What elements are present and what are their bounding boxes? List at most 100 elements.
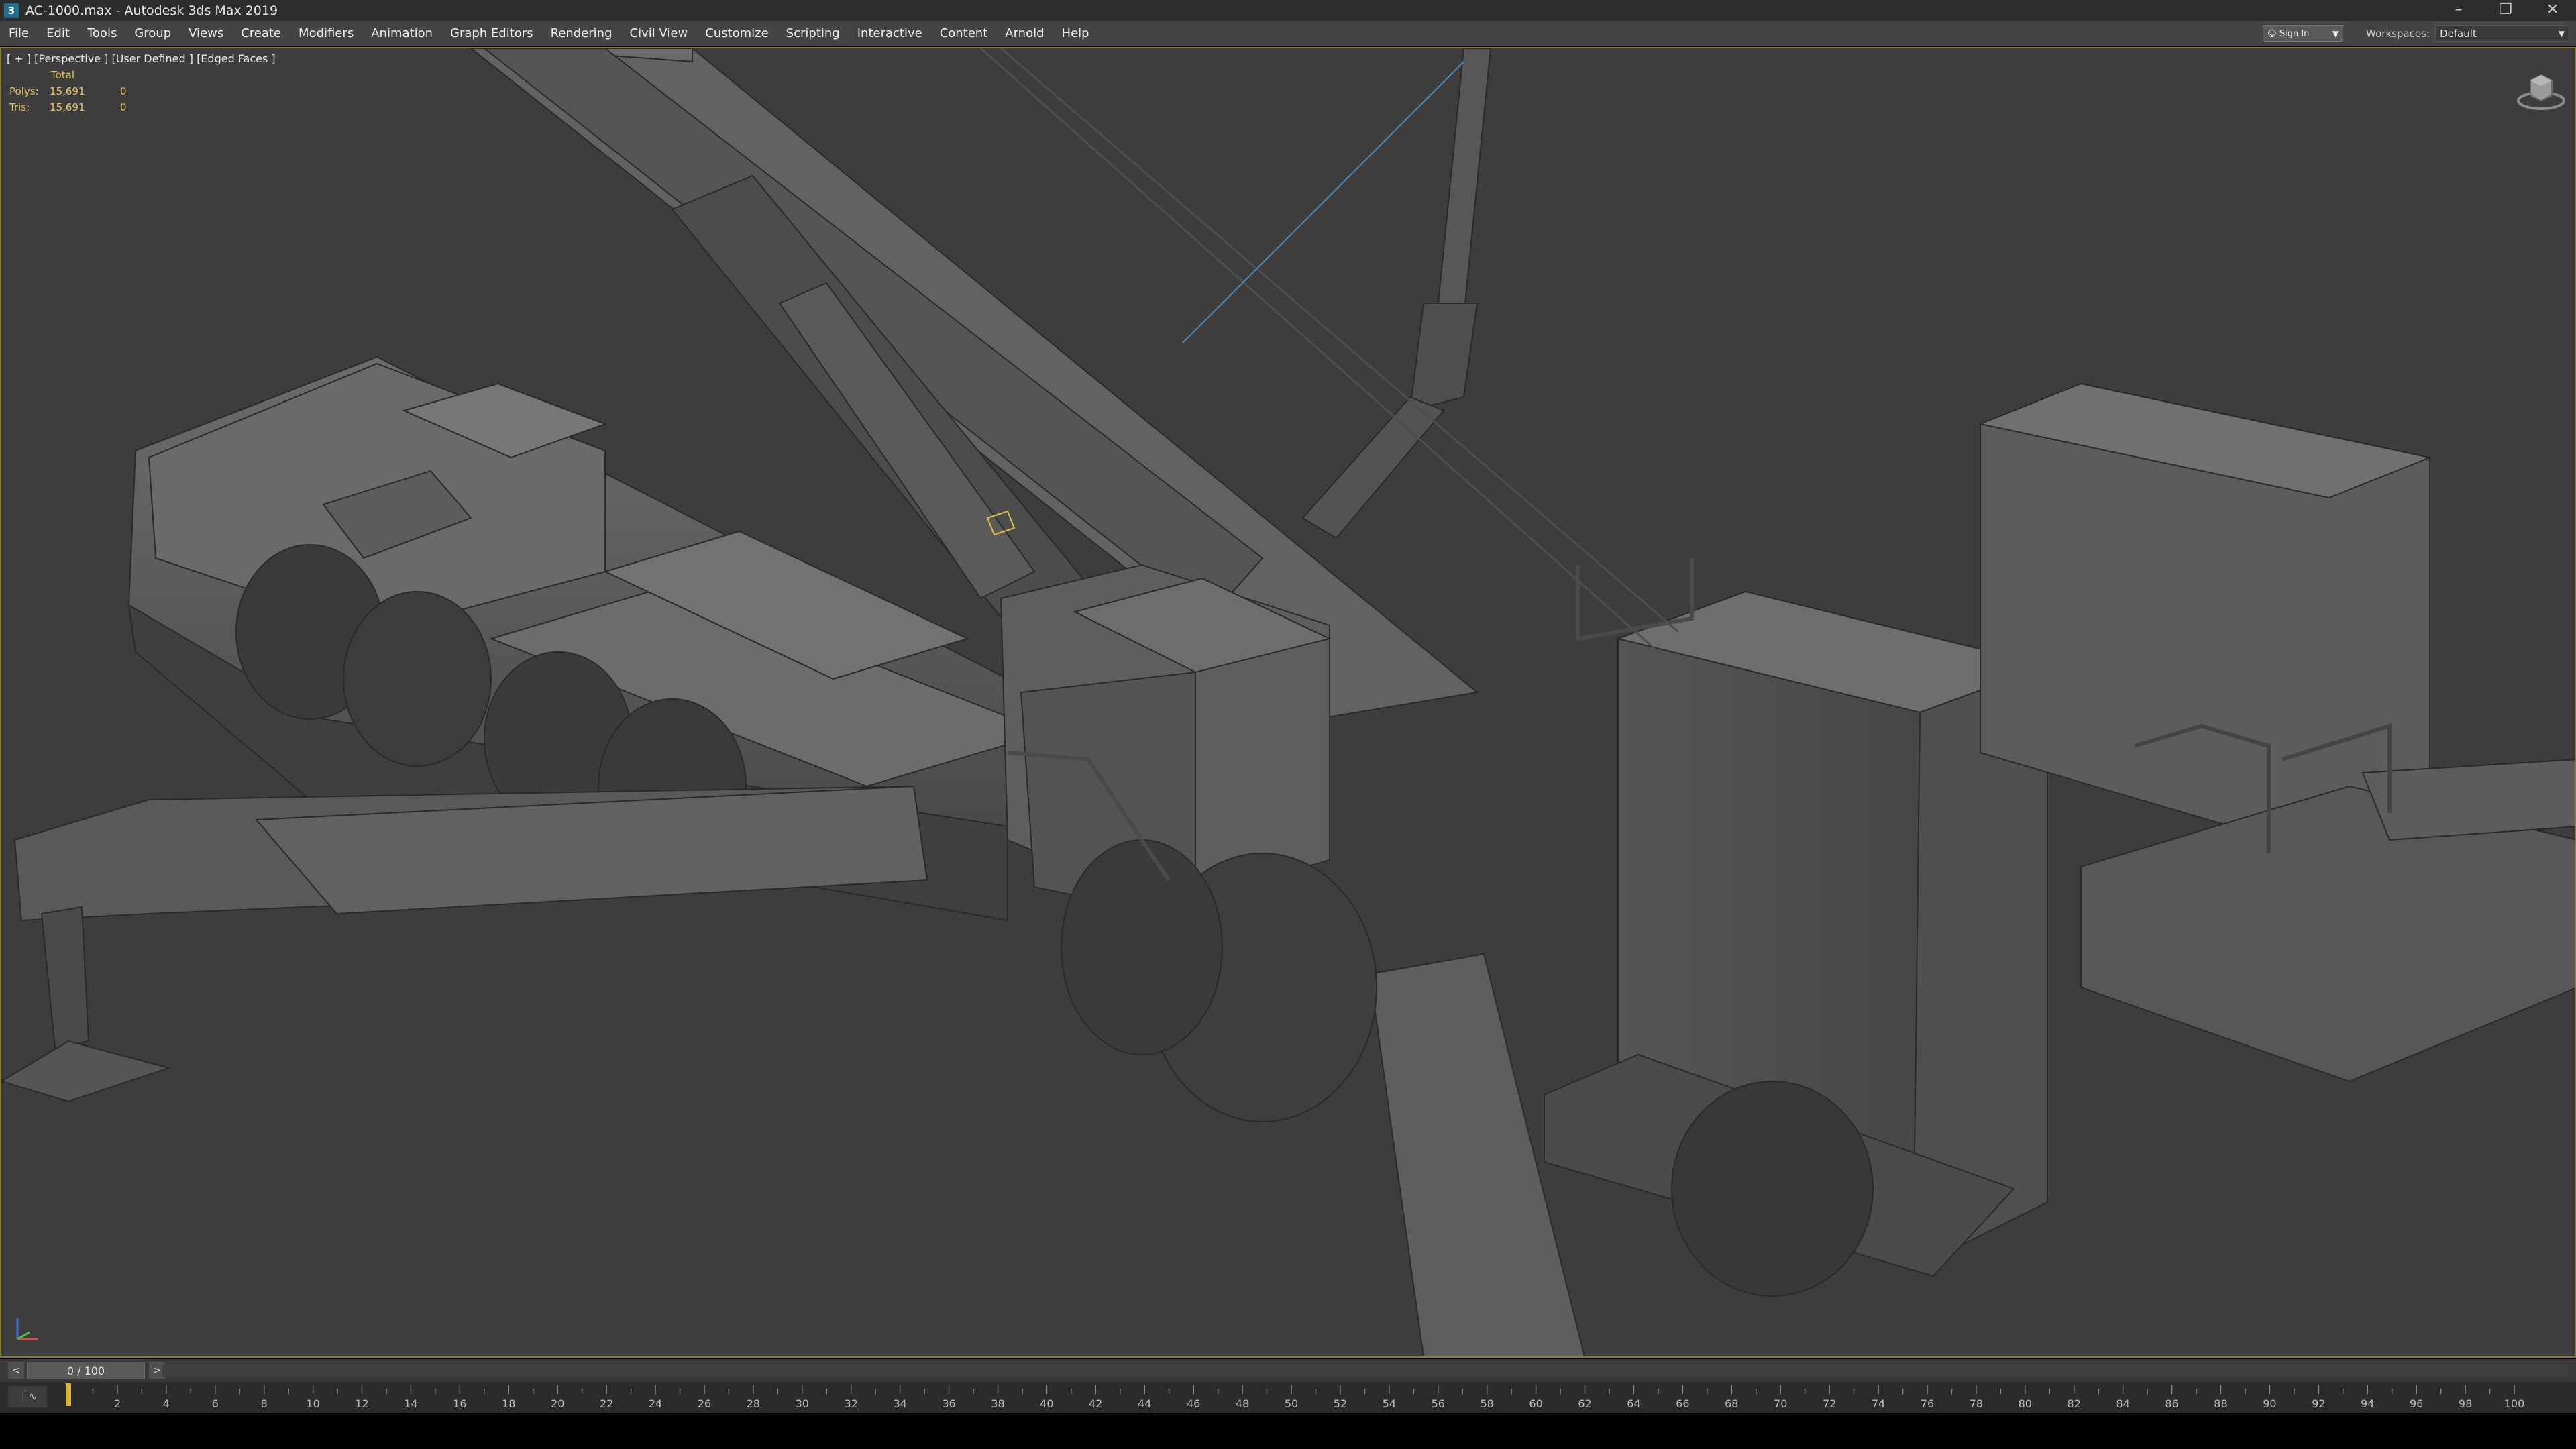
trackbar-tick-label: 58	[1481, 1397, 1494, 1410]
menu-civil-view[interactable]: Civil View	[621, 21, 697, 46]
trackbar-tick-label: 88	[2214, 1397, 2227, 1410]
menu-animation[interactable]: Animation	[362, 21, 441, 46]
perspective-viewport[interactable]: [ + ] [Perspective ] [User Defined ] [Ed…	[0, 47, 2576, 1358]
time-slider-thumb[interactable]: 0 / 100	[27, 1362, 145, 1379]
restore-button[interactable]: ❐	[2482, 0, 2529, 21]
sign-in-label: Sign In	[2279, 28, 2310, 39]
statistics-overlay: Total Polys: 15,691 0 Tris: 15,691 0	[9, 67, 127, 115]
tris-total: 15,691	[50, 101, 85, 113]
trackbar-tick-label: 66	[1676, 1397, 1689, 1410]
trackbar-tick-label: 96	[2410, 1397, 2423, 1410]
trackbar-tick-label: 68	[1725, 1397, 1738, 1410]
trackbar-tick-label: 12	[355, 1397, 368, 1410]
workspace-value: Default	[2440, 28, 2477, 40]
time-slider[interactable]: < 0 / 100 >	[0, 1359, 2576, 1382]
current-frame-marker[interactable]	[66, 1383, 71, 1406]
trackbar-tick-label: 74	[1872, 1397, 1885, 1410]
trackbar-tick-label: 26	[698, 1397, 711, 1410]
menu-interactive[interactable]: Interactive	[849, 21, 931, 46]
menu-modifiers[interactable]: Modifiers	[290, 21, 362, 46]
trackbar-tick-label: 86	[2165, 1397, 2178, 1410]
menu-scripting[interactable]: Scripting	[777, 21, 849, 46]
menu-edit[interactable]: Edit	[38, 21, 78, 46]
trackbar-tick-label: 18	[502, 1397, 515, 1410]
trackbar-tick-label: 50	[1285, 1397, 1298, 1410]
user-icon: ☺	[2267, 28, 2279, 39]
trackbar-tick-label: 54	[1383, 1397, 1396, 1410]
trackbar-tick-label: 98	[2459, 1397, 2472, 1410]
trackbar-tick-label: 60	[1529, 1397, 1542, 1410]
polys-label: Polys:	[9, 85, 39, 97]
tris-label: Tris:	[9, 101, 30, 113]
trackbar-tick-label: 70	[1774, 1397, 1787, 1410]
time-slider-track[interactable]	[162, 1364, 2568, 1377]
trackbar-tick-label: 38	[991, 1397, 1004, 1410]
scene-render	[1, 48, 2575, 1356]
trackbar-tick-label: 6	[212, 1397, 219, 1410]
polys-total: 15,691	[50, 85, 85, 97]
trackbar-tick-label: 8	[261, 1397, 268, 1410]
axis-tripod-icon	[11, 1312, 44, 1348]
title-bar: 3 AC-1000.max - Autodesk 3ds Max 2019 – …	[0, 0, 2576, 21]
trackbar-tick-label: 42	[1089, 1397, 1102, 1410]
status-area	[0, 1413, 2576, 1449]
trackbar-tick-label: 94	[2361, 1397, 2374, 1410]
trackbar-tick-label: 84	[2116, 1397, 2129, 1410]
trackbar-tick-label: 100	[2504, 1397, 2525, 1410]
trackbar-tick-label: 52	[1334, 1397, 1347, 1410]
trackbar-tick-label: 22	[600, 1397, 613, 1410]
menu-rendering[interactable]: Rendering	[542, 21, 621, 46]
trackbar-tick-label: 2	[114, 1397, 121, 1410]
menu-help[interactable]: Help	[1053, 21, 1098, 46]
trackbar-tick-label: 44	[1138, 1397, 1151, 1410]
viewcube-icon[interactable]	[2514, 66, 2568, 115]
menu-group[interactable]: Group	[125, 21, 180, 46]
time-prev-button[interactable]: <	[8, 1362, 24, 1379]
trackbar-tick-label: 92	[2312, 1397, 2325, 1410]
polys-selected: 0	[120, 85, 127, 97]
chevron-down-icon: ▼	[2558, 29, 2565, 38]
trackbar-tick-label: 34	[893, 1397, 906, 1410]
tris-selected: 0	[120, 101, 127, 113]
menu-content[interactable]: Content	[931, 21, 997, 46]
trackbar-tick-label: 72	[1823, 1397, 1836, 1410]
trackbar-tick-label: 80	[2019, 1397, 2032, 1410]
trackbar-tick-label: 36	[942, 1397, 955, 1410]
trackbar-tick-label: 76	[1921, 1397, 1934, 1410]
trackbar-tick-label: 62	[1578, 1397, 1591, 1410]
menu-tools[interactable]: Tools	[78, 21, 125, 46]
trackbar-tick-label: 56	[1432, 1397, 1445, 1410]
trackbar-tick-label: 32	[845, 1397, 858, 1410]
minimize-button[interactable]: –	[2435, 0, 2482, 21]
trackbar-tick-label: 4	[163, 1397, 170, 1410]
menu-customize[interactable]: Customize	[696, 21, 777, 46]
workspaces-select[interactable]: Default ▼	[2435, 25, 2569, 42]
menu-bar: File Edit Tools Group Views Create Modif…	[0, 21, 2576, 46]
trackbar[interactable]: ⎾∿ 2 4 6 8 10 12 14 16 18 20 22 24 26 28 30 32 34 36 38 40 4…	[0, 1382, 2576, 1413]
app-icon: 3	[4, 3, 19, 18]
menu-views[interactable]: Views	[180, 21, 232, 46]
trackbar-tick-label: 46	[1187, 1397, 1200, 1410]
trackbar-tick-label: 48	[1236, 1397, 1249, 1410]
window-title: AC-1000.max - Autodesk 3ds Max 2019	[25, 3, 278, 18]
sign-in-dropdown[interactable]: ☺ Sign In ▼	[2263, 25, 2344, 42]
trackbar-tick-label: 14	[404, 1397, 417, 1410]
trackbar-tick-label: 20	[551, 1397, 564, 1410]
close-button[interactable]: ✕	[2529, 0, 2576, 21]
viewport-label[interactable]: [ + ] [Perspective ] [User Defined ] [Ed…	[7, 52, 276, 65]
trackbar-tick-label: 24	[649, 1397, 662, 1410]
menu-create[interactable]: Create	[232, 21, 290, 46]
trackbar-tick-label: 40	[1040, 1397, 1053, 1410]
trackbar-ticks: 2 4 6 8 10 12 14 16 18 20 22 24 26 28 30 32 34 36 38 40 42 44…	[66, 1383, 2525, 1410]
menu-file[interactable]: File	[0, 21, 38, 46]
trackbar-tick-label: 82	[2068, 1397, 2081, 1410]
menu-arnold[interactable]: Arnold	[996, 21, 1053, 46]
stats-header: Total	[51, 69, 75, 81]
trackbar-tick-label: 10	[306, 1397, 319, 1410]
trackbar-tick-label: 30	[796, 1397, 809, 1410]
trackbar-tick-label: 64	[1627, 1397, 1640, 1410]
menu-graph-editors[interactable]: Graph Editors	[441, 21, 542, 46]
chevron-down-icon: ▼	[2332, 29, 2339, 38]
trackbar-tick-label: 78	[1970, 1397, 1983, 1410]
workspaces-label: Workspaces:	[2366, 28, 2430, 40]
